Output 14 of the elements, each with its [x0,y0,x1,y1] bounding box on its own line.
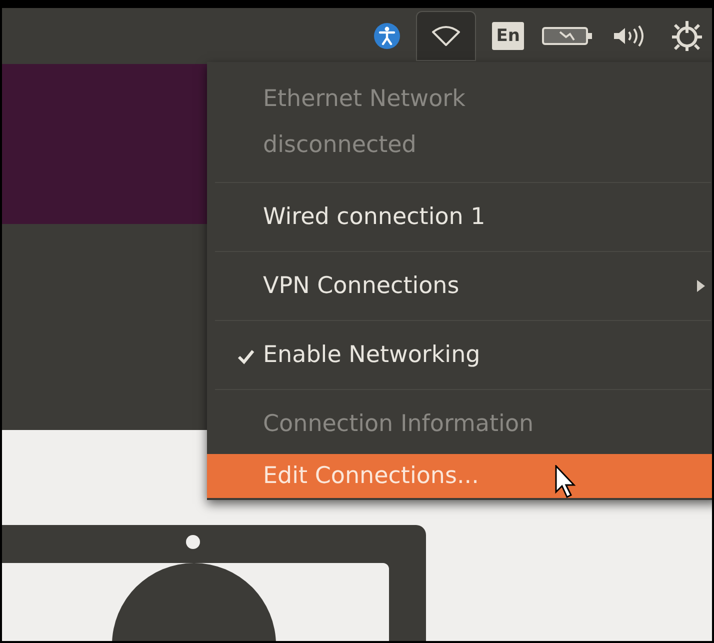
battery-icon [542,25,594,47]
network-status-item: Ethernet Network disconnected [262,85,466,160]
wifi-icon [431,25,462,47]
checkmark-icon [237,349,255,365]
mouse-cursor-icon [555,465,577,499]
menu-item[interactable]: VPN Connections [207,262,712,310]
accessibility-icon [374,23,400,49]
network-indicator[interactable] [416,11,476,61]
keyboard-indicator[interactable]: En [490,11,526,61]
menu-item: Connection Information [262,410,535,439]
menu-item[interactable]: Enable Networking [207,331,712,379]
keyboard-layout-label: En [492,22,524,50]
menu-item[interactable]: Wired connection 1 [207,193,712,241]
submenu-arrow-icon [697,280,705,292]
